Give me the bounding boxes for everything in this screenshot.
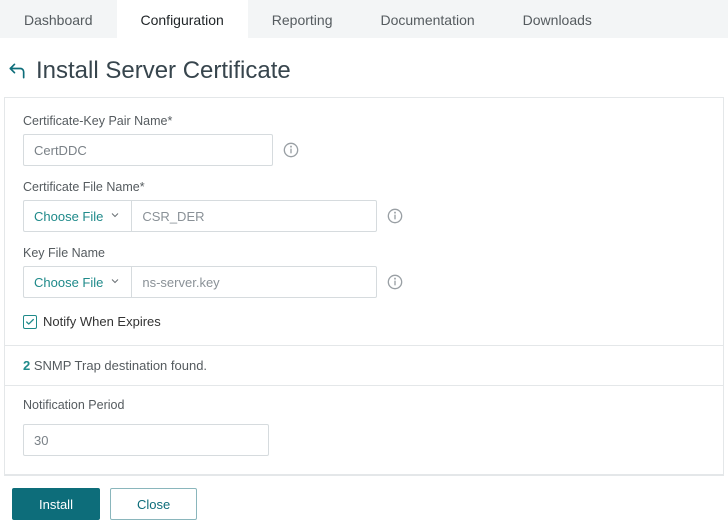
cert-pair-label: Certificate-Key Pair Name* xyxy=(23,114,705,128)
chevron-down-icon xyxy=(109,275,121,290)
tab-configuration[interactable]: Configuration xyxy=(117,0,248,38)
info-icon[interactable] xyxy=(283,142,299,158)
install-button[interactable]: Install xyxy=(12,488,100,520)
choose-file-label: Choose File xyxy=(34,275,103,290)
footer: Install Close xyxy=(4,475,724,532)
tabbar: Dashboard Configuration Reporting Docume… xyxy=(0,0,728,39)
choose-cert-file-button[interactable]: Choose File xyxy=(23,200,131,232)
cert-pair-input[interactable] xyxy=(23,134,273,166)
notify-label: Notify When Expires xyxy=(43,314,161,329)
back-arrow-icon[interactable] xyxy=(6,61,28,81)
cert-file-label: Certificate File Name* xyxy=(23,180,705,194)
key-file-label: Key File Name xyxy=(23,246,705,260)
key-file-name[interactable]: ns-server.key xyxy=(131,266,377,298)
notify-checkbox[interactable] xyxy=(23,315,37,329)
close-button[interactable]: Close xyxy=(110,488,197,520)
notif-period-input[interactable] xyxy=(23,424,269,456)
tab-dashboard[interactable]: Dashboard xyxy=(0,0,117,38)
tab-documentation[interactable]: Documentation xyxy=(356,0,498,38)
choose-file-label: Choose File xyxy=(34,209,103,224)
tab-reporting[interactable]: Reporting xyxy=(248,0,357,38)
notif-period-label: Notification Period xyxy=(23,398,705,412)
page-header: Install Server Certificate xyxy=(0,39,728,97)
info-icon[interactable] xyxy=(387,274,403,290)
chevron-down-icon xyxy=(109,209,121,224)
snmp-status: 2 SNMP Trap destination found. xyxy=(5,346,723,385)
cert-file-name[interactable]: CSR_DER xyxy=(131,200,377,232)
form-panel: Certificate-Key Pair Name* Certificate F… xyxy=(4,97,724,475)
choose-key-file-button[interactable]: Choose File xyxy=(23,266,131,298)
info-icon[interactable] xyxy=(387,208,403,224)
tab-downloads[interactable]: Downloads xyxy=(499,0,616,38)
snmp-suffix: SNMP Trap destination found. xyxy=(30,358,207,373)
page-title: Install Server Certificate xyxy=(36,57,291,85)
